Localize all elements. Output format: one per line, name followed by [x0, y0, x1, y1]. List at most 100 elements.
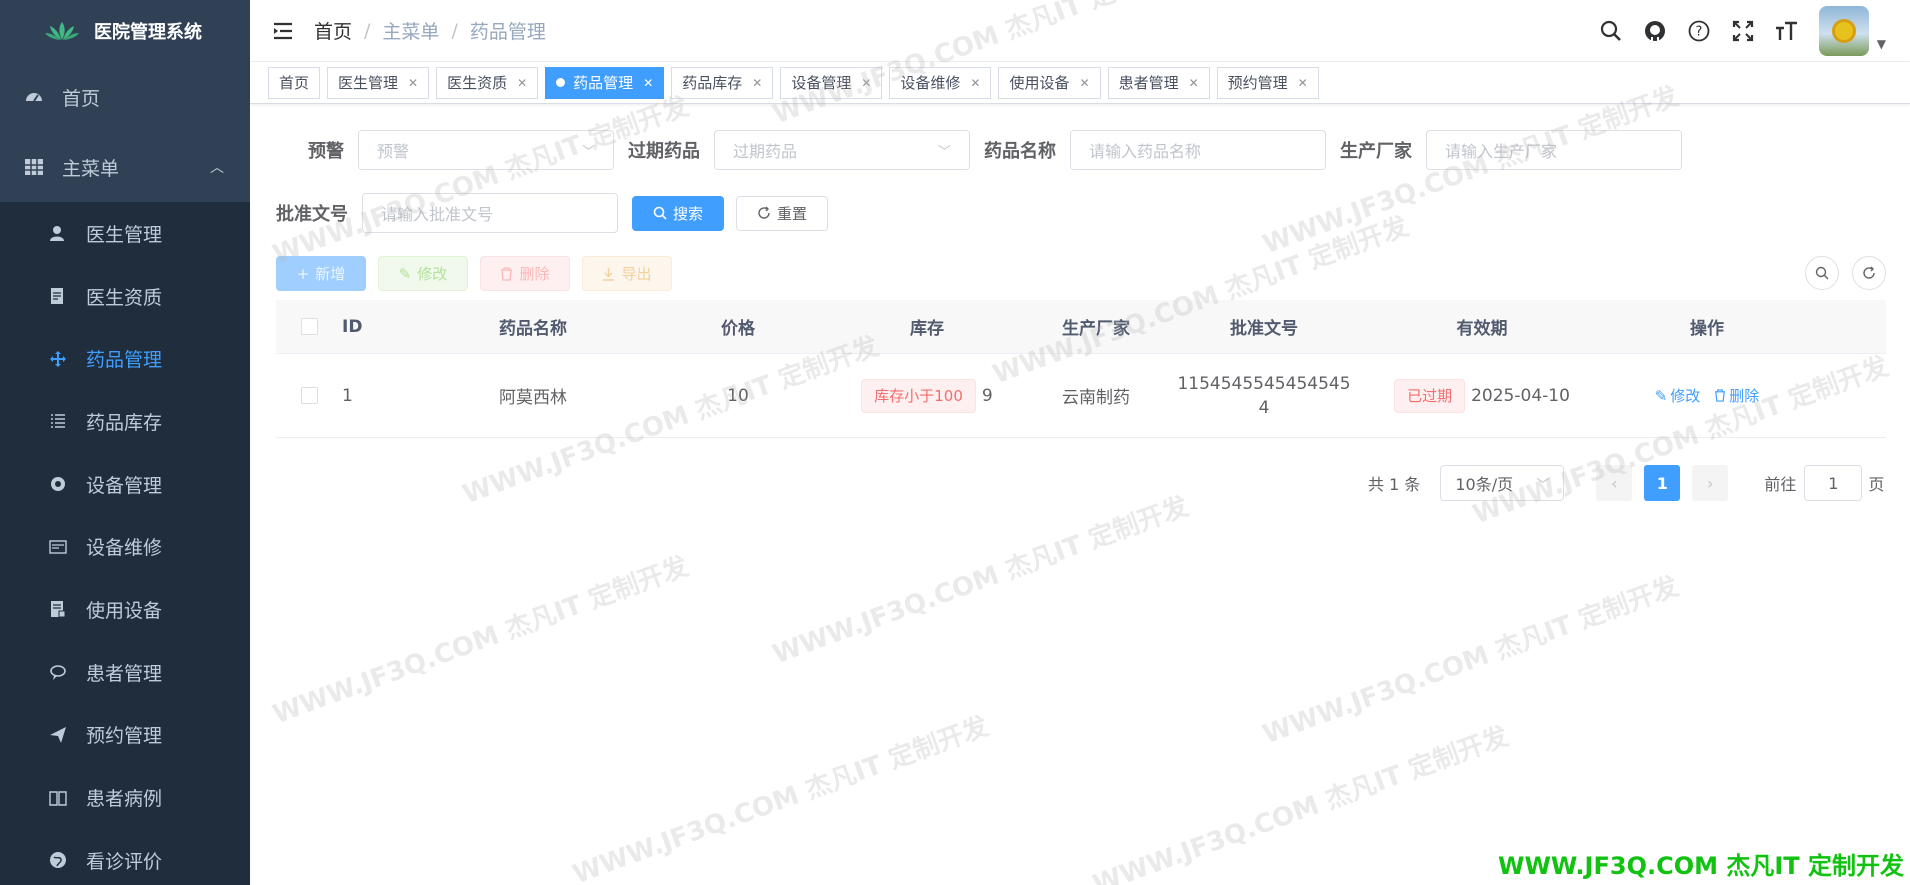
warning-select[interactable]: 预警 ﹀	[358, 130, 614, 170]
chevron-up-icon: ︿	[210, 160, 224, 176]
delete-button[interactable]: 删除	[480, 256, 570, 291]
manufacturer-placeholder: 请输入生产厂家	[1445, 142, 1558, 161]
sidebar-item-doctor-qualification[interactable]: 医生资质	[0, 265, 250, 328]
reset-button[interactable]: 重置	[736, 195, 828, 231]
sidebar-item-drug-inventory[interactable]: 药品库存	[0, 390, 250, 453]
sidebar-item-patient-records[interactable]: 患者病例	[0, 766, 250, 829]
app-logo[interactable]: 医院管理系统	[0, 0, 250, 62]
goto-page-input[interactable]: 1	[1804, 465, 1863, 501]
close-icon[interactable]: ✕	[1189, 76, 1199, 90]
add-button-label: 新增	[315, 265, 346, 283]
manufacturer-input[interactable]: 请输入生产厂家	[1426, 130, 1682, 170]
user-avatar[interactable]	[1818, 5, 1869, 56]
toggle-search-button[interactable]	[1805, 256, 1839, 290]
tag-patient-management[interactable]: 患者管理 ✕	[1107, 66, 1210, 99]
approval-number-input[interactable]: 请输入批准文号	[362, 193, 618, 233]
dashboard-icon	[24, 87, 44, 107]
close-icon[interactable]: ✕	[970, 76, 980, 90]
sidebar-item-equipment-repair[interactable]: 设备维修	[0, 515, 250, 578]
font-size-icon[interactable]	[1775, 19, 1799, 43]
close-icon[interactable]: ✕	[861, 76, 871, 90]
breadcrumb-home[interactable]: 首页	[314, 17, 352, 44]
search-button[interactable]: 搜索	[632, 195, 724, 231]
cell-price: 10	[727, 385, 749, 406]
list-icon	[48, 411, 68, 431]
fullscreen-icon[interactable]	[1731, 19, 1755, 43]
sidebar-item-equipment-management[interactable]: 设备管理	[0, 453, 250, 516]
tag-equipment-management[interactable]: 设备管理 ✕	[780, 66, 883, 99]
sidebar-submenu: 医生管理 医生资质 药品管理 药品库存 设备管理 设备维修 使用设备 患者管理	[0, 202, 250, 885]
cell-stock: 库存小于100 9	[808, 378, 1046, 413]
drug-name-input[interactable]: 请输入药品名称	[1070, 130, 1326, 170]
expired-drug-select[interactable]: 过期药品 ﹀	[714, 130, 970, 170]
edit-button[interactable]: ✎ 修改	[378, 256, 468, 291]
drug-name-label: 药品名称	[984, 141, 1056, 162]
prev-page-button[interactable]: ‹	[1596, 465, 1633, 501]
app-title: 医院管理系统	[94, 22, 202, 43]
sidebar-item-main-menu[interactable]: 主菜单 ︿	[0, 132, 250, 202]
trash-icon	[1715, 389, 1726, 402]
github-icon[interactable]	[1643, 19, 1667, 43]
page-size-select[interactable]: 10条/页 ﹀	[1440, 465, 1565, 501]
tag-home[interactable]: 首页	[268, 66, 321, 99]
row-checkbox[interactable]	[300, 387, 318, 404]
sidebar-item-patient-management[interactable]: 患者管理	[0, 641, 250, 704]
user-icon	[48, 223, 68, 243]
sidebar-item-label: 设备管理	[86, 474, 163, 497]
column-header-approval-number: 批准文号	[1230, 319, 1298, 339]
table-toolbar: + 新增 ✎ 修改 删除 导出	[276, 256, 672, 291]
document-icon	[48, 286, 68, 306]
table-header: ID 药品名称 价格 库存 生产厂家 批准文号 有效期 操作	[276, 300, 1886, 354]
chevron-left-icon: ‹	[1611, 473, 1618, 493]
tag-doctor-management[interactable]: 医生管理 ✕	[327, 66, 430, 99]
next-page-button[interactable]: ›	[1692, 465, 1729, 501]
sidebar-item-appointment-management[interactable]: 预约管理	[0, 704, 250, 767]
row-edit-link[interactable]: ✎ 修改	[1655, 385, 1701, 406]
close-icon[interactable]: ✕	[1080, 76, 1090, 90]
select-all-checkbox[interactable]	[300, 318, 318, 335]
globe-icon	[48, 850, 68, 870]
breadcrumb-separator: /	[364, 19, 371, 42]
close-icon[interactable]: ✕	[1298, 76, 1308, 90]
delete-button-label: 删除	[519, 265, 550, 283]
column-header-name: 药品名称	[499, 319, 567, 339]
table-row[interactable]: 1 阿莫西林 10 库存小于100 9 云南制药 115454554545454…	[276, 354, 1886, 438]
caret-down-icon[interactable]: ▼	[1877, 37, 1886, 51]
search-icon[interactable]	[1599, 19, 1623, 43]
goto-label: 前往	[1764, 475, 1797, 494]
tag-equipment-usage[interactable]: 使用设备 ✕	[998, 66, 1101, 99]
tag-drug-management[interactable]: 药品管理 ✕	[545, 66, 665, 99]
sidebar-item-consultation-review[interactable]: 看诊评价	[0, 829, 250, 885]
top-navbar: 首页 / 主菜单 / 药品管理 ? ▼	[250, 0, 1910, 62]
sidebar-item-label: 主菜单	[62, 157, 120, 180]
expiry-date: 2025-04-10	[1471, 385, 1570, 406]
pagination-total: 共 1 条	[1368, 475, 1421, 494]
trash-icon	[501, 266, 513, 281]
page-number-button[interactable]: 1	[1644, 465, 1681, 501]
refresh-table-button[interactable]	[1852, 256, 1886, 290]
tag-appointment-management[interactable]: 预约管理 ✕	[1216, 66, 1319, 99]
export-button[interactable]: 导出	[582, 256, 672, 291]
close-icon[interactable]: ✕	[643, 76, 653, 90]
close-icon[interactable]: ✕	[408, 76, 418, 90]
tag-drug-inventory[interactable]: 药品库存 ✕	[671, 66, 774, 99]
sidebar-item-doctor-management[interactable]: 医生管理	[0, 202, 250, 265]
card-icon	[48, 537, 68, 557]
help-icon[interactable]: ?	[1687, 19, 1711, 43]
close-icon[interactable]: ✕	[752, 76, 762, 90]
hamburger-toggle-icon[interactable]	[272, 20, 294, 42]
column-header-operations: 操作	[1690, 319, 1724, 339]
tag-doctor-qualification[interactable]: 医生资质 ✕	[436, 66, 539, 99]
chevron-down-icon: ﹀	[1536, 477, 1550, 493]
row-select-cell	[276, 387, 342, 404]
add-button[interactable]: + 新增	[276, 256, 366, 291]
sidebar-item-equipment-usage[interactable]: 使用设备	[0, 578, 250, 641]
sidebar-item-home[interactable]: 首页	[0, 62, 250, 132]
cell-manufacturer: 云南制药	[1062, 388, 1130, 408]
edit-icon: ✎	[1654, 386, 1668, 405]
drug-table: ID 药品名称 价格 库存 生产厂家 批准文号 有效期 操作 1 阿莫西林 10…	[276, 300, 1886, 438]
close-icon[interactable]: ✕	[517, 76, 527, 90]
row-delete-link[interactable]: 删除	[1714, 385, 1759, 406]
sidebar-item-drug-management[interactable]: 药品管理	[0, 327, 250, 390]
tag-equipment-repair[interactable]: 设备维修 ✕	[889, 66, 992, 99]
